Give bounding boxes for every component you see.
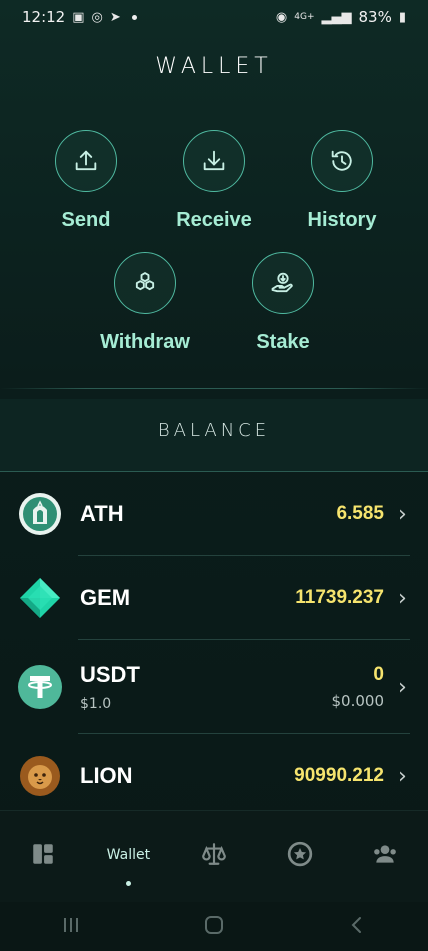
- nav-active-indicator: [125, 881, 131, 886]
- upload-icon: [55, 130, 117, 192]
- gem-logo-icon: [18, 576, 62, 620]
- token-amount: 0: [373, 664, 384, 685]
- token-amount: 11739.237: [295, 587, 384, 608]
- token-symbol: GEM: [80, 585, 131, 610]
- hexagons-icon: [114, 252, 176, 314]
- nav-rewards[interactable]: [260, 841, 340, 867]
- signal-icon: ▂▄▆: [321, 9, 352, 25]
- page-title: WALLET: [155, 54, 273, 79]
- star-badge-icon: [287, 841, 312, 867]
- recent-apps-icon[interactable]: [61, 915, 81, 939]
- token-row-ath[interactable]: ATH 6.585 ›: [0, 472, 428, 556]
- nav-wallet-label: Wallet: [106, 847, 151, 863]
- notification-dot-icon: [131, 14, 137, 20]
- hotspot-icon: ◉: [275, 9, 288, 25]
- chevron-right-icon: ›: [398, 501, 407, 527]
- receive-label: Receive: [176, 209, 252, 231]
- token-list: ATH 6.585 › GEM 11739.237 › USDT $1.0 0 …: [0, 472, 428, 818]
- telegram-icon: ➤: [109, 9, 121, 25]
- tether-logo-icon: [18, 665, 62, 709]
- history-icon: [311, 130, 373, 192]
- receive-button[interactable]: Receive: [150, 130, 278, 232]
- chevron-right-icon: ›: [398, 585, 407, 611]
- stake-label: Stake: [256, 331, 310, 353]
- stake-button[interactable]: Stake: [214, 252, 352, 354]
- users-icon: [374, 845, 397, 863]
- actions-row-primary: Send Receive History: [0, 130, 428, 232]
- token-row-gem[interactable]: GEM 11739.237 ›: [0, 556, 428, 640]
- section-divider: [0, 388, 428, 389]
- system-nav-bar: [0, 902, 428, 951]
- home-icon[interactable]: [203, 914, 225, 940]
- token-amount: 90990.212: [294, 765, 384, 786]
- nav-wallet[interactable]: Wallet: [88, 841, 168, 886]
- token-symbol: ATH: [80, 501, 124, 526]
- token-price: $1.0: [80, 696, 112, 712]
- status-bar: 12:12 ▣ ◎ ➤ ◉ 4G+ ▂▄▆ 83% ▮: [0, 0, 428, 34]
- chevron-right-icon: ›: [398, 763, 407, 789]
- send-button[interactable]: Send: [22, 130, 150, 232]
- gallery-icon: ▣: [72, 9, 85, 25]
- token-row-lion[interactable]: LION 90990.212 ›: [0, 734, 428, 818]
- token-symbol: LION: [80, 763, 133, 788]
- token-fiat-value: $0.000: [331, 692, 385, 710]
- whatsapp-icon: ◎: [91, 9, 103, 25]
- history-button[interactable]: History: [278, 130, 406, 232]
- send-label: Send: [61, 209, 111, 231]
- token-symbol: USDT: [80, 662, 140, 687]
- nav-community[interactable]: [345, 841, 425, 867]
- nav-dashboard[interactable]: [3, 841, 83, 867]
- back-icon[interactable]: [347, 915, 367, 939]
- actions-row-secondary: Withdraw Stake: [0, 252, 428, 354]
- lion-logo-icon: [18, 754, 62, 798]
- network-type: 4G+: [294, 12, 315, 22]
- download-icon: [183, 130, 245, 192]
- history-label: History: [307, 209, 377, 231]
- battery-icon: ▮: [398, 9, 406, 25]
- stake-hand-icon: [252, 252, 314, 314]
- nav-scales[interactable]: [174, 841, 254, 867]
- withdraw-button[interactable]: Withdraw: [76, 252, 214, 354]
- balance-title: BALANCE: [157, 420, 271, 441]
- ath-logo-icon: [18, 492, 62, 536]
- withdraw-label: Withdraw: [100, 331, 190, 353]
- status-time: 12:12: [22, 8, 66, 26]
- bottom-nav: Wallet: [0, 810, 428, 902]
- token-amount: 6.585: [336, 503, 384, 524]
- token-row-usdt[interactable]: USDT $1.0 0 $0.000 ›: [0, 640, 428, 734]
- dashboard-icon: [33, 844, 53, 864]
- chevron-right-icon: ›: [398, 674, 407, 700]
- scales-icon: [202, 843, 226, 865]
- battery-percent: 83%: [358, 8, 392, 26]
